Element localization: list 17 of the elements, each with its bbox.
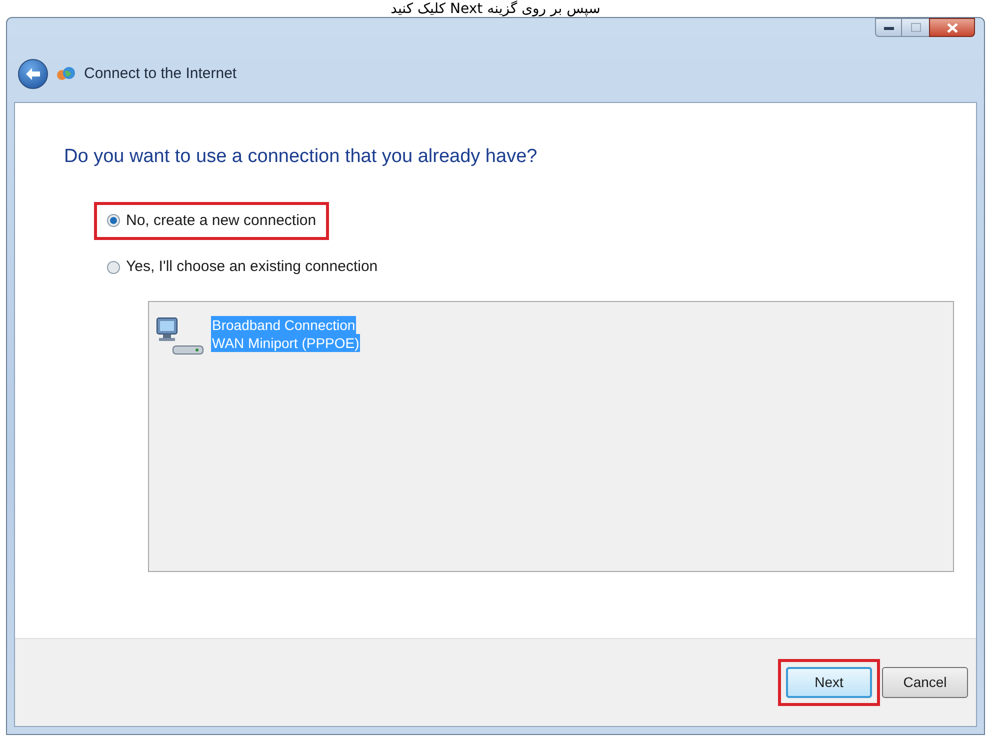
maximize-icon <box>910 23 920 32</box>
window-title: Connect to the Internet <box>84 64 237 84</box>
back-button[interactable] <box>18 59 48 89</box>
back-arrow-icon <box>25 67 41 81</box>
close-icon <box>946 22 958 32</box>
radio-button[interactable] <box>107 260 120 274</box>
close-button[interactable] <box>929 18 975 37</box>
radio-option[interactable]: No, create a new connection <box>107 210 316 232</box>
dialog-button[interactable]: Next <box>786 667 872 698</box>
minimize-button[interactable] <box>875 18 902 37</box>
network-globe-icon <box>56 66 76 82</box>
page-heading: Do you want to use a connection that you already have? <box>64 145 538 169</box>
minimize-icon <box>884 26 894 30</box>
caption: سپس بر روی گزینه Next کلیک کنید <box>390 1 600 17</box>
dialog-button[interactable]: Cancel <box>882 667 968 698</box>
radio-option[interactable]: Yes, I'll choose an existing connection <box>107 256 378 278</box>
radio-button[interactable] <box>107 214 120 228</box>
